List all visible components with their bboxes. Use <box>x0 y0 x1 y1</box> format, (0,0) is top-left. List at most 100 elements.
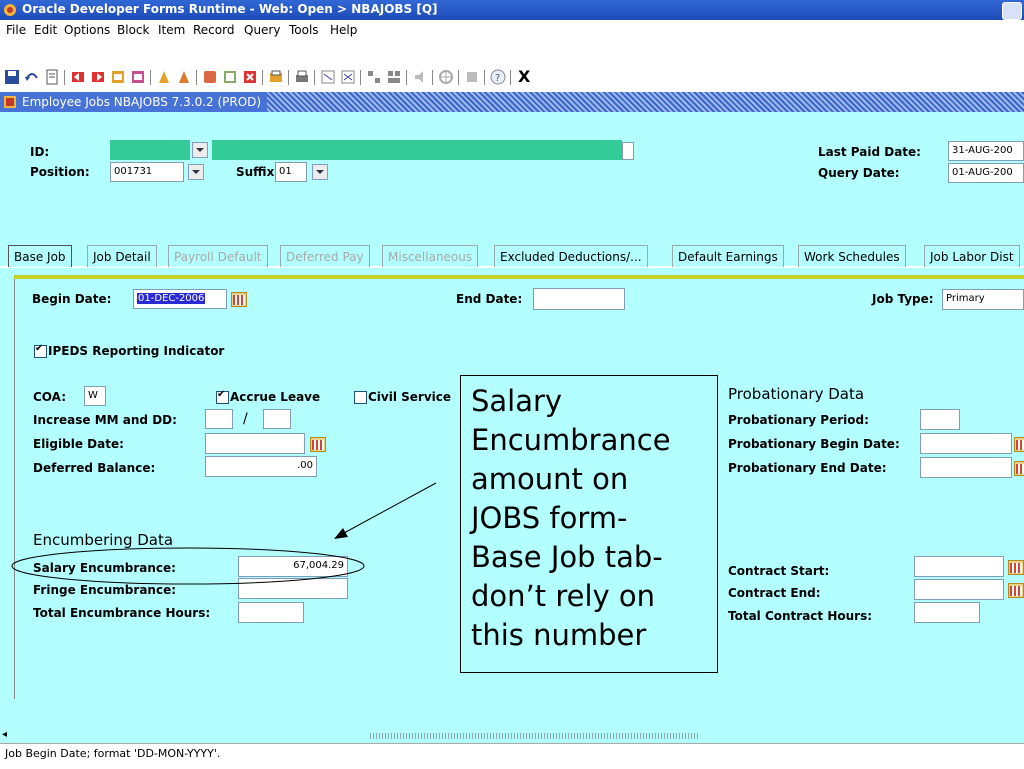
expand-icon[interactable] <box>386 69 402 85</box>
last-paid-date-field[interactable]: 31-AUG-200 <box>948 141 1024 161</box>
horizontal-scrollbar[interactable]: ◂ <box>0 729 1024 743</box>
minimize-button[interactable] <box>1002 2 1022 20</box>
previous-record-icon[interactable] <box>110 69 126 85</box>
exit-button[interactable]: X <box>518 67 530 86</box>
menu-block[interactable]: Block <box>117 23 149 37</box>
increase-dd-field[interactable] <box>263 409 291 429</box>
eligible-date-calendar-icon[interactable] <box>310 437 326 452</box>
end-date-label: End Date: <box>456 292 523 306</box>
list-values-icon[interactable] <box>268 69 284 85</box>
begin-date-field[interactable]: 01-DEC-2006 <box>133 289 227 309</box>
probationary-end-calendar-icon[interactable] <box>1014 461 1024 476</box>
insert-record-icon[interactable] <box>202 69 218 85</box>
next-record-icon[interactable] <box>130 69 146 85</box>
tab-job-detail[interactable]: Job Detail <box>87 245 157 267</box>
status-message: Job Begin Date; format 'DD-MON-YYYY'. <box>5 747 221 760</box>
probationary-period-field[interactable] <box>920 409 960 430</box>
employee-name-field[interactable] <box>212 140 622 160</box>
menu-file[interactable]: File <box>6 23 26 37</box>
increase-mm-field[interactable] <box>205 409 233 429</box>
toolbar-separator <box>406 70 407 85</box>
query-date-field[interactable]: 01-AUG-200 <box>948 163 1024 183</box>
probationary-end-date-field[interactable] <box>920 457 1012 478</box>
print-icon[interactable] <box>44 69 60 85</box>
probationary-begin-date-field[interactable] <box>920 433 1012 454</box>
collapse-icon[interactable] <box>366 69 382 85</box>
eligible-date-field[interactable] <box>205 433 305 454</box>
contract-start-calendar-icon[interactable] <box>1008 560 1024 575</box>
callout-line: Base Job tab- <box>471 540 663 574</box>
tab-job-labor-dist[interactable]: Job Labor Dist <box>924 245 1020 267</box>
toolbar-separator <box>150 70 151 85</box>
enter-query-icon[interactable] <box>156 69 172 85</box>
audio-icon[interactable] <box>412 69 428 85</box>
callout-line: don’t rely on <box>471 579 656 613</box>
toolbar-separator <box>432 70 433 85</box>
id-field[interactable] <box>110 140 190 160</box>
window-title-bar[interactable]: Oracle Developer Forms Runtime - Web: Op… <box>0 0 1024 20</box>
callout-line: this number <box>471 618 647 652</box>
extract-icon[interactable] <box>320 69 336 85</box>
oracle-app-icon <box>4 4 16 16</box>
next-block-icon[interactable] <box>90 69 106 85</box>
probationary-begin-date-label: Probationary Begin Date: <box>728 437 900 451</box>
menu-options[interactable]: Options <box>64 23 110 37</box>
callout-line: amount on <box>471 462 629 496</box>
increase-mm-dd-label: Increase MM and DD: <box>33 413 177 427</box>
remove-record-icon[interactable] <box>242 69 258 85</box>
scroll-left-arrow-icon[interactable]: ◂ <box>2 729 7 740</box>
tab-work-schedules[interactable]: Work Schedules <box>798 245 906 267</box>
toolbar-separator <box>484 70 485 85</box>
scroll-thumb[interactable] <box>370 733 700 739</box>
id-dropdown-button[interactable] <box>192 142 208 158</box>
toolbar-separator <box>196 70 197 85</box>
menu-tools[interactable]: Tools <box>289 23 319 37</box>
coa-field[interactable]: W <box>84 386 106 406</box>
begin-date-value: 01-DEC-2006 <box>137 293 206 304</box>
menu-query[interactable]: Query <box>244 23 280 37</box>
previous-block-icon[interactable] <box>70 69 86 85</box>
contract-start-field[interactable] <box>914 556 1004 577</box>
civil-service-checkbox[interactable] <box>354 391 367 404</box>
end-date-field[interactable] <box>533 288 625 310</box>
callout-line: Encumbrance <box>471 423 671 457</box>
execute-query-icon[interactable] <box>176 69 192 85</box>
eligible-date-label: Eligible Date: <box>33 437 124 451</box>
tab-deferred-pay[interactable]: Deferred Pay <box>280 245 370 267</box>
probationary-end-date-label: Probationary End Date: <box>728 461 887 475</box>
begin-date-calendar-icon[interactable] <box>231 292 247 307</box>
rollback-icon[interactable] <box>24 69 40 85</box>
contract-end-field[interactable] <box>914 579 1004 600</box>
tab-base-job[interactable]: Base Job <box>8 245 72 267</box>
suffix-field[interactable]: 01 <box>275 162 307 182</box>
position-field[interactable]: 001731 <box>110 162 184 182</box>
accrue-leave-checkbox[interactable] <box>216 389 229 404</box>
coa-label: COA: <box>33 390 66 404</box>
menu-edit[interactable]: Edit <box>34 23 57 37</box>
tab-miscellaneous[interactable]: Miscellaneous <box>382 245 479 267</box>
callout-line: JOBS form- <box>471 501 628 535</box>
total-encumbrance-hours-field[interactable] <box>238 602 304 623</box>
tab-default-earnings[interactable]: Default Earnings <box>672 245 784 267</box>
toolbar-separator <box>314 70 315 85</box>
menu-record[interactable]: Record <box>193 23 234 37</box>
toolbar-separator <box>262 70 263 85</box>
position-dropdown-button[interactable] <box>188 164 204 180</box>
tab-excluded-deductions[interactable]: Excluded Deductions/... <box>494 245 648 267</box>
lookup-record-icon[interactable] <box>222 69 238 85</box>
menu-item[interactable]: Item <box>158 23 185 37</box>
help-icon[interactable]: ? <box>490 69 506 85</box>
job-type-field[interactable]: Primary <box>942 289 1024 310</box>
ipeds-checkbox[interactable] <box>34 343 47 358</box>
menu-help[interactable]: Help <box>330 23 357 37</box>
extract-all-icon[interactable] <box>340 69 356 85</box>
options-icon[interactable] <box>464 69 480 85</box>
probationary-begin-calendar-icon[interactable] <box>1014 437 1024 452</box>
total-contract-hours-field[interactable] <box>914 602 980 623</box>
printer-icon[interactable] <box>294 69 310 85</box>
suffix-dropdown-button[interactable] <box>312 164 328 180</box>
contract-end-calendar-icon[interactable] <box>1008 583 1024 598</box>
tab-payroll-default[interactable]: Payroll Default <box>168 245 268 267</box>
navigate-icon[interactable] <box>438 69 454 85</box>
save-icon[interactable] <box>4 69 20 85</box>
